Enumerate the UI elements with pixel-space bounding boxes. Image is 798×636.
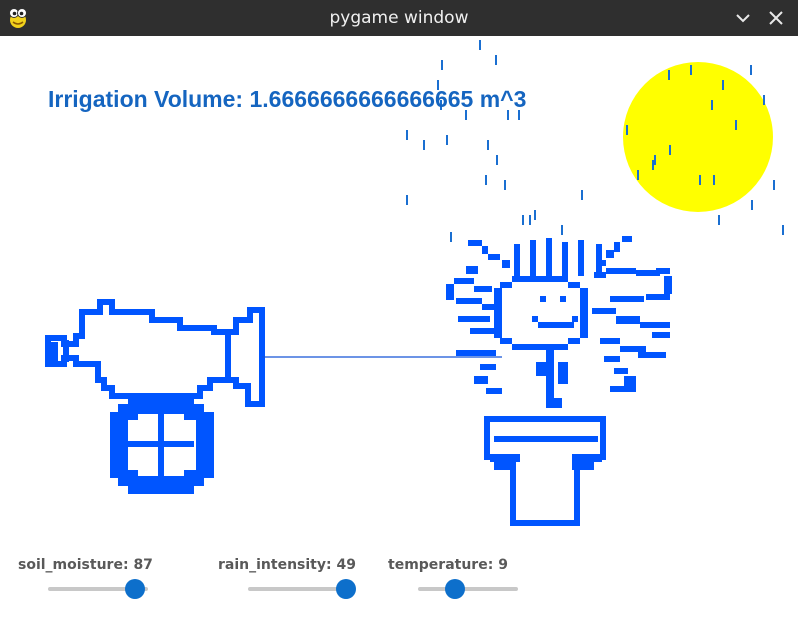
irrigation-volume-label: Irrigation Volume: 1.6666666666666665 m^… <box>48 86 527 112</box>
temperature-label: temperature: 9 <box>388 557 508 573</box>
slider-track <box>418 587 518 591</box>
minimize-button[interactable] <box>731 6 755 30</box>
soil-moisture-slider[interactable] <box>48 578 148 600</box>
game-canvas <box>45 40 784 526</box>
close-icon <box>769 11 783 25</box>
potted-flower <box>446 236 672 526</box>
close-button[interactable] <box>764 6 788 30</box>
chevron-down-icon <box>736 14 750 23</box>
pygame-snake-icon <box>9 8 27 28</box>
slider-knob[interactable] <box>335 579 356 599</box>
slider-knob[interactable] <box>445 579 465 599</box>
slider-knob[interactable] <box>125 579 145 599</box>
rain-intensity-label: rain_intensity: 49 <box>218 557 356 573</box>
temperature-slider[interactable] <box>418 578 518 600</box>
rain-intensity-slider[interactable] <box>248 578 356 600</box>
water-cannon <box>45 299 265 494</box>
title-bar[interactable]: pygame window <box>0 0 798 36</box>
pygame-window: pygame window Irrigation Volume: 1.66666… <box>0 0 798 636</box>
window-title: pygame window <box>329 8 469 28</box>
soil-moisture-label: soil_moisture: 87 <box>18 557 153 573</box>
sun <box>623 62 773 212</box>
